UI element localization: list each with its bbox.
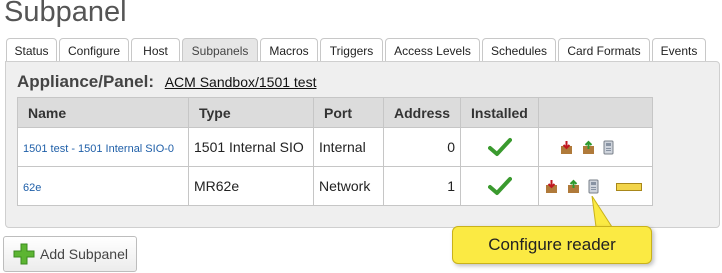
subpanel-table: Name Type Port Address Installed 1501 te… — [17, 97, 654, 206]
tab-configure[interactable]: Configure — [59, 38, 129, 62]
tab-macros[interactable]: Macros — [260, 38, 318, 62]
column-header-address[interactable]: Address — [382, 97, 462, 128]
table-row: 1501 test - 1501 Internal SIO-0 1501 Int… — [17, 127, 654, 167]
tab-subpanels[interactable]: Subpanels — [182, 38, 258, 62]
row-type-cell: MR62e — [188, 166, 314, 206]
column-header-port[interactable]: Port — [313, 97, 384, 128]
appliance-link[interactable]: ACM Sandbox/1501 test — [165, 74, 317, 90]
add-subpanel-label: Add Subpanel — [40, 246, 128, 262]
table-header-row: Name Type Port Address Installed — [17, 97, 654, 128]
column-header-actions — [538, 97, 654, 128]
tab-access-levels[interactable]: Access Levels — [385, 38, 480, 62]
edit-box-icon[interactable] — [566, 179, 581, 194]
configure-reader-tooltip: Configure reader — [452, 226, 652, 264]
row-address-cell: 0 — [382, 127, 462, 167]
column-header-type[interactable]: Type — [188, 97, 314, 128]
row-actions-cell — [538, 127, 654, 167]
table-row: 62e MR62e Network 1 — [17, 166, 654, 206]
reader-config-icon[interactable] — [588, 179, 599, 194]
row-port-cell: Internal — [313, 127, 384, 167]
tab-schedules[interactable]: Schedules — [482, 38, 556, 62]
tab-host[interactable]: Host — [131, 38, 180, 62]
row-port-cell: Network — [313, 166, 384, 206]
reader-config-icon[interactable] — [603, 140, 614, 155]
column-header-name[interactable]: Name — [17, 97, 189, 128]
panel-heading: Appliance/Panel: ACM Sandbox/1501 test — [17, 72, 316, 92]
row-installed-cell — [460, 166, 540, 206]
column-header-installed: Installed — [460, 97, 540, 128]
tab-triggers[interactable]: Triggers — [320, 38, 383, 62]
page-title: Subpanel — [4, 0, 127, 28]
row-installed-cell — [460, 127, 540, 167]
delete-box-icon[interactable] — [559, 140, 574, 155]
row-address-cell: 1 — [382, 166, 462, 206]
delete-box-icon[interactable] — [544, 179, 559, 194]
add-subpanel-button[interactable]: Add Subpanel — [3, 236, 137, 272]
plus-icon — [13, 243, 35, 265]
row-name-cell: 62e — [17, 166, 189, 206]
tab-bar: Status Configure Host Subpanels Macros T… — [6, 38, 706, 62]
edit-box-icon[interactable] — [581, 140, 596, 155]
subpanel-name-link[interactable]: 1501 test - 1501 Internal SIO-0 — [23, 143, 174, 155]
panel-heading-label: Appliance/Panel: — [17, 72, 154, 91]
row-type-cell: 1501 Internal SIO — [188, 127, 314, 167]
tab-status[interactable]: Status — [6, 38, 57, 62]
tab-events[interactable]: Events — [652, 38, 706, 62]
tooltip-pointer — [591, 196, 613, 228]
subpanel-name-link[interactable]: 62e — [23, 182, 41, 194]
status-bar-icon[interactable] — [615, 182, 642, 192]
checkmark-icon — [487, 177, 512, 195]
row-name-cell: 1501 test - 1501 Internal SIO-0 — [17, 127, 189, 167]
checkmark-icon — [487, 138, 512, 156]
tab-card-formats[interactable]: Card Formats — [558, 38, 650, 62]
